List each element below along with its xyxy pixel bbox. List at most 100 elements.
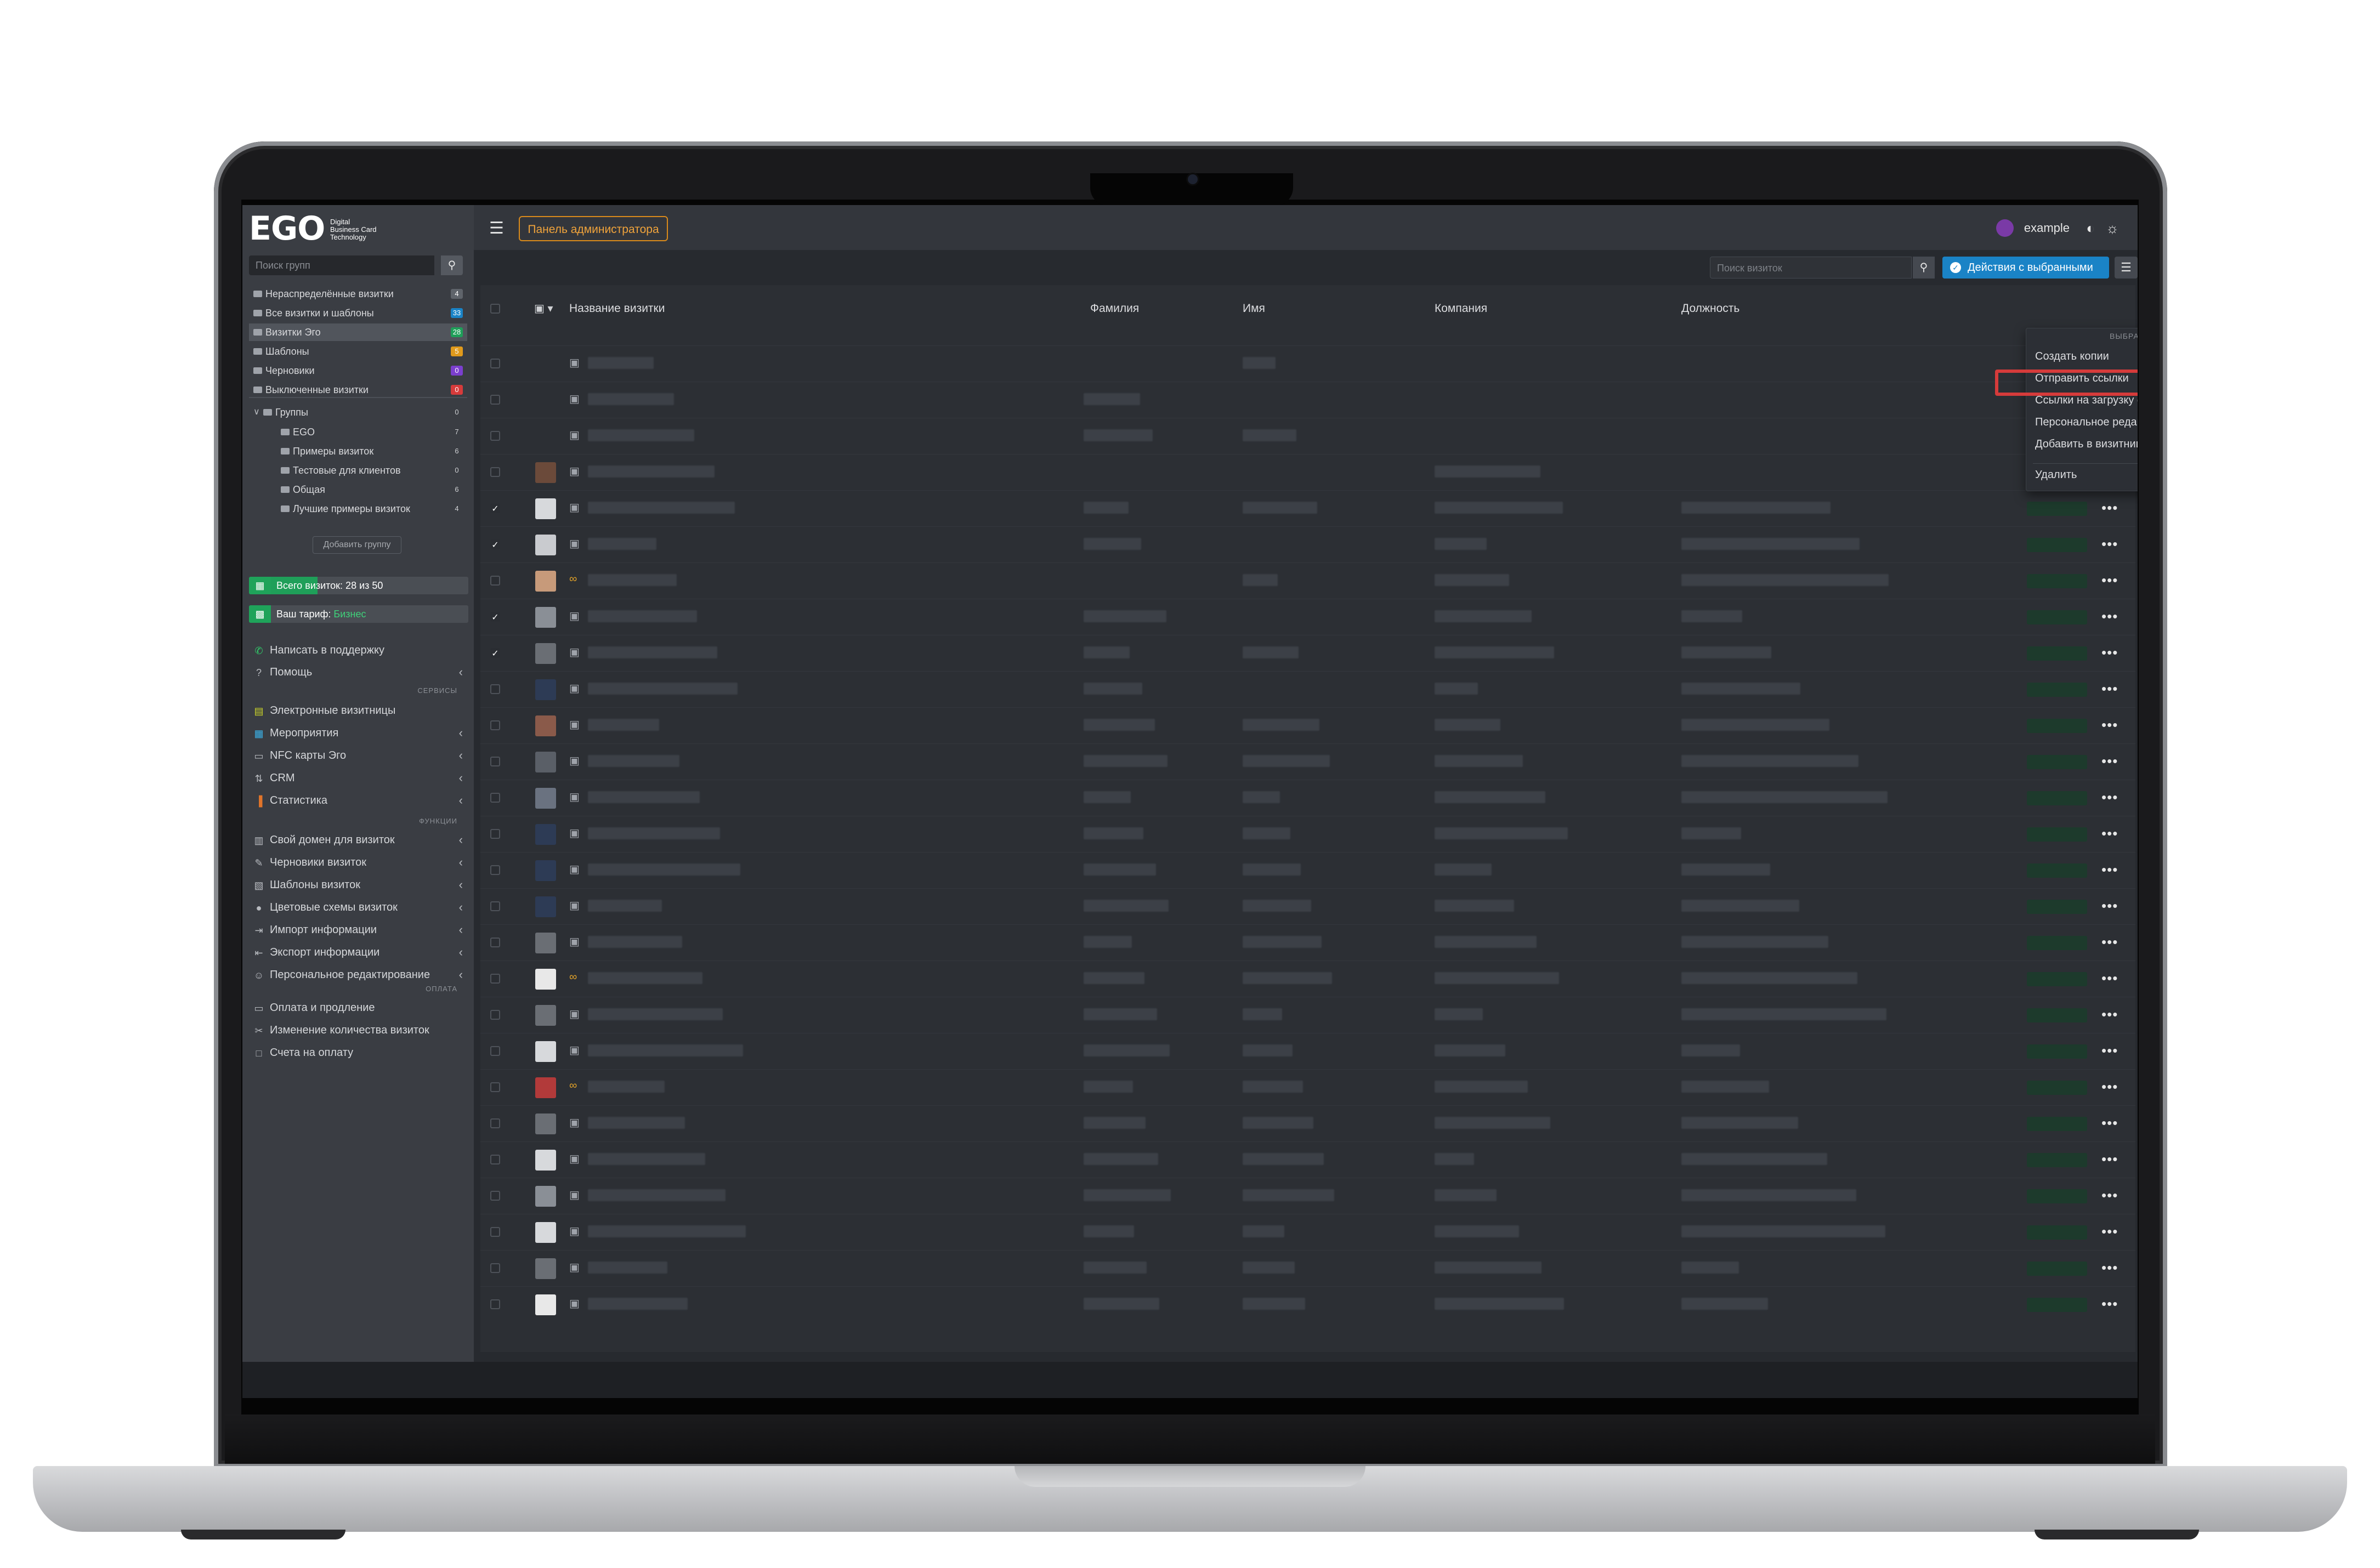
row-checkbox[interactable] [490, 1155, 500, 1164]
row-checkbox[interactable] [490, 1082, 500, 1092]
help-menu[interactable]: ? Помощь ‹ [249, 662, 468, 682]
sidebar-menu-item[interactable]: ⇤ Экспорт информации ‹ [249, 942, 468, 962]
row-checkbox[interactable] [490, 1191, 500, 1201]
table-row[interactable]: ▣••• [480, 852, 2135, 889]
user-name[interactable]: example [2024, 219, 2070, 237]
row-checkbox[interactable] [490, 974, 500, 984]
sidebar-group-item[interactable]: Черновики 0 [249, 362, 467, 379]
more-options-icon[interactable]: ••• [2101, 1007, 2118, 1021]
sidebar-group-item[interactable]: Шаблоны 5 [249, 343, 467, 360]
table-row[interactable]: ✓ ▣ ••• [480, 490, 2135, 527]
sidebar-menu-item[interactable]: ✎ Черновики визиток ‹ [249, 853, 468, 872]
more-options-icon[interactable]: ••• [2101, 609, 2118, 623]
sidebar-menu-item[interactable]: ▥ Свой домен для визиток ‹ [249, 830, 468, 850]
row-checkbox[interactable] [490, 1263, 500, 1273]
sidebar-menu-item[interactable]: ☺ Персональное редактирование ‹ [249, 965, 468, 985]
table-row[interactable]: ▣••• [480, 743, 2135, 780]
more-options-icon[interactable]: ••• [2101, 1188, 2118, 1202]
sidebar-menu-item[interactable]: □ Счета на оплату [249, 1043, 468, 1063]
sidebar-group-item[interactable]: Нераспределённые визитки 4 [249, 285, 467, 303]
row-checkbox[interactable] [490, 1299, 500, 1309]
table-row[interactable]: ▣••• [480, 997, 2135, 1033]
table-row[interactable]: ▣••• [480, 1250, 2135, 1287]
row-checkbox[interactable] [490, 720, 500, 730]
menu-item-delete[interactable]: Удалить [2035, 467, 2077, 483]
table-row[interactable]: ▣••• [480, 1286, 2135, 1323]
more-options-icon[interactable]: ••• [2101, 681, 2118, 696]
table-row[interactable]: ▣••• [480, 707, 2135, 744]
more-options-icon[interactable]: ••• [2101, 1043, 2118, 1058]
row-checkbox[interactable] [490, 1010, 500, 1020]
row-checkbox[interactable] [490, 467, 500, 477]
sidebar-group-item[interactable]: Все визитки и шаблоны 33 [249, 304, 467, 322]
table-row[interactable]: ▣••• [480, 1105, 2135, 1142]
more-options-icon[interactable]: ••• [2101, 899, 2118, 913]
sidebar-menu-item[interactable]: ▤ Электронные визитницы [249, 701, 468, 720]
sidebar-group-item[interactable]: Визитки Эго 28 [249, 323, 467, 341]
table-row[interactable]: ∞ ••• [480, 563, 2135, 599]
more-options-icon[interactable]: ••• [2101, 537, 2118, 551]
row-checkbox[interactable] [490, 1046, 500, 1056]
row-checkbox[interactable] [490, 938, 500, 947]
sun-icon[interactable]: ☼ [2106, 219, 2119, 237]
admin-panel-button[interactable]: Панель администратора [519, 216, 668, 241]
more-options-icon[interactable]: ••• [2101, 718, 2118, 732]
image-column-icon[interactable]: ▣ ▾ [534, 302, 553, 315]
sidebar-menu-item[interactable]: ⇅ CRM ‹ [249, 768, 468, 788]
select-all-checkbox[interactable] [490, 304, 500, 314]
row-checkbox[interactable] [490, 793, 500, 803]
sidebar-menu-item[interactable]: ▧ Шаблоны визиток ‹ [249, 875, 468, 895]
sidebar-menu-item[interactable]: ▭ Оплата и продление [249, 998, 468, 1018]
sidebar-menu-item[interactable]: ▦ Мероприятия ‹ [249, 723, 468, 743]
sidebar-menu-item[interactable]: ▐ Статистика ‹ [249, 791, 468, 810]
column-header-surname[interactable]: Фамилия [1090, 300, 1139, 317]
table-row[interactable]: ▣••• [480, 888, 2135, 925]
tariff-bar[interactable]: ▩ Ваш тариф: Бизнес [249, 605, 468, 623]
row-checkbox[interactable]: ✓ [490, 648, 500, 658]
row-checkbox[interactable] [490, 431, 500, 441]
row-checkbox[interactable] [490, 901, 500, 911]
row-checkbox[interactable]: ✓ [490, 503, 500, 514]
table-row[interactable]: ∞ ••• [480, 961, 2135, 997]
row-checkbox[interactable] [490, 829, 500, 839]
sidebar-menu-item[interactable]: ▭ NFC карты Эго ‹ [249, 746, 468, 765]
row-checkbox[interactable] [490, 865, 500, 875]
bulk-actions-button[interactable]: ✓ Действия с выбранными [1942, 257, 2109, 279]
table-row[interactable]: ▣••• [480, 924, 2135, 961]
add-group-button[interactable]: Добавить группу [313, 536, 401, 554]
row-checkbox[interactable] [490, 395, 500, 405]
row-checkbox[interactable] [490, 576, 500, 586]
row-checkbox[interactable] [490, 757, 500, 766]
group-search-input[interactable]: Поиск групп [249, 255, 434, 275]
user-avatar[interactable] [1996, 219, 2014, 237]
more-options-icon[interactable]: ••• [2101, 862, 2118, 877]
sidebar-subgroup-item[interactable]: Тестовые для клиентов 0 [249, 462, 467, 479]
column-header-company[interactable]: Компания [1435, 300, 1487, 317]
row-checkbox[interactable] [490, 1227, 500, 1237]
sidebar-group-item[interactable]: Выключенные визитки 0 [249, 381, 467, 399]
sidebar-subgroup-item[interactable]: Лучшие примеры визиток 4 [249, 500, 467, 518]
table-row[interactable]: ▣••• [480, 1214, 2135, 1251]
groups-header[interactable]: ∨ Группы 0 [249, 404, 467, 421]
more-options-icon[interactable]: ••• [2101, 1297, 2118, 1311]
table-row[interactable]: ✓ ▣ ••• [480, 526, 2135, 563]
table-row[interactable]: ▣••• [480, 1141, 2135, 1178]
more-options-icon[interactable]: ••• [2101, 501, 2118, 515]
more-options-icon[interactable]: ••• [2101, 1152, 2118, 1166]
table-row[interactable]: ▣ [480, 382, 2135, 418]
more-options-icon[interactable]: ••• [2101, 754, 2118, 768]
sidebar-menu-item[interactable]: ✂ Изменение количества визиток [249, 1020, 468, 1040]
menu-item-create-copies[interactable]: Создать копии [2035, 348, 2109, 365]
table-row[interactable]: ▣••• [480, 454, 2135, 491]
more-options-icon[interactable]: ••• [2101, 826, 2118, 840]
column-header-position[interactable]: Должность [1681, 300, 1739, 317]
more-options-icon[interactable]: ••• [2101, 1260, 2118, 1275]
table-row[interactable]: ∞ ••• [480, 1069, 2135, 1106]
row-checkbox[interactable] [490, 359, 500, 368]
hamburger-menu-icon[interactable]: ☰ [489, 220, 504, 237]
card-search-input[interactable]: Поиск визиток [1710, 257, 1912, 279]
row-checkbox[interactable]: ✓ [490, 539, 500, 550]
sidebar-subgroup-item[interactable]: EGO 7 [249, 423, 467, 441]
menu-item-personal-edit[interactable]: Персональное редактирование [2035, 414, 2138, 430]
sidebar-menu-item[interactable]: ● Цветовые схемы визиток ‹ [249, 897, 468, 917]
